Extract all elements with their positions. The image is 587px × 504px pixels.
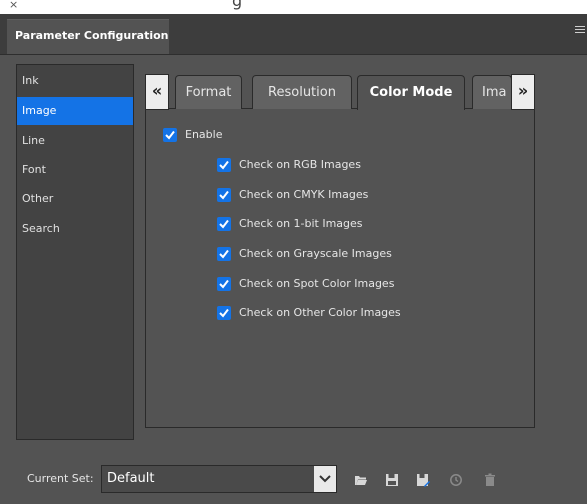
sidebar-item-other[interactable]: Other	[17, 185, 133, 213]
tab-image-truncated[interactable]: Ima	[472, 75, 512, 109]
tab-format[interactable]: Format	[175, 75, 242, 109]
tabs-next-button[interactable]: »	[511, 74, 535, 110]
chevron-down-icon[interactable]	[314, 466, 336, 492]
current-set-label: Current Set:	[27, 472, 94, 485]
checkbox-label: Check on Spot Color Images	[239, 277, 395, 290]
panel-tab-bar: Parameter Configuration	[0, 14, 587, 55]
tabs-prev-button[interactable]: «	[145, 74, 169, 110]
checkbox-checked-icon[interactable]	[163, 128, 177, 142]
checkbox-checked-icon[interactable]	[217, 188, 231, 202]
checkbox-checked-icon[interactable]	[217, 247, 231, 261]
trash-icon[interactable]	[483, 473, 497, 487]
sidebar-item-search[interactable]: Search	[17, 215, 133, 243]
history-icon[interactable]	[449, 473, 463, 487]
sidebar-item-font[interactable]: Font	[17, 156, 133, 184]
checkbox-checked-icon[interactable]	[217, 158, 231, 172]
checkbox-checked-icon[interactable]	[217, 217, 231, 231]
panel-tab-parameter-configuration[interactable]: Parameter Configuration	[7, 19, 169, 54]
sidebar-item-line[interactable]: Line	[17, 127, 133, 155]
close-icon[interactable]: ×	[9, 0, 18, 11]
save-as-icon[interactable]	[416, 473, 430, 487]
tab-color-mode[interactable]: Color Mode	[357, 75, 465, 110]
current-set-value: Default	[107, 471, 155, 486]
tab-resolution[interactable]: Resolution	[252, 75, 352, 109]
window-title-fragment: g	[232, 0, 243, 10]
sidebar-item-image[interactable]: Image	[17, 97, 133, 125]
window-top-strip: × g	[0, 0, 587, 14]
save-icon[interactable]	[385, 473, 399, 487]
checkbox-checked-icon[interactable]	[217, 277, 231, 291]
checkbox-label: Check on RGB Images	[239, 158, 361, 171]
current-set-select[interactable]: Default	[101, 465, 337, 493]
sidebar-item-ink[interactable]: Ink	[17, 67, 133, 95]
settings-tab-strip: « Format Resolution Color Mode Ima »	[145, 74, 535, 110]
folder-open-icon[interactable]	[354, 473, 368, 487]
checkbox-checked-icon[interactable]	[217, 306, 231, 320]
checkbox-label: Check on Grayscale Images	[239, 247, 392, 260]
checkbox-label: Check on Other Color Images	[239, 306, 401, 319]
panel-menu-icon[interactable]	[575, 26, 585, 36]
checkbox-label: Check on CMYK Images	[239, 188, 369, 201]
enable-label: Enable	[185, 128, 223, 141]
category-list: Ink Image Line Font Other Search	[16, 64, 134, 440]
checkbox-label: Check on 1-bit Images	[239, 217, 363, 230]
